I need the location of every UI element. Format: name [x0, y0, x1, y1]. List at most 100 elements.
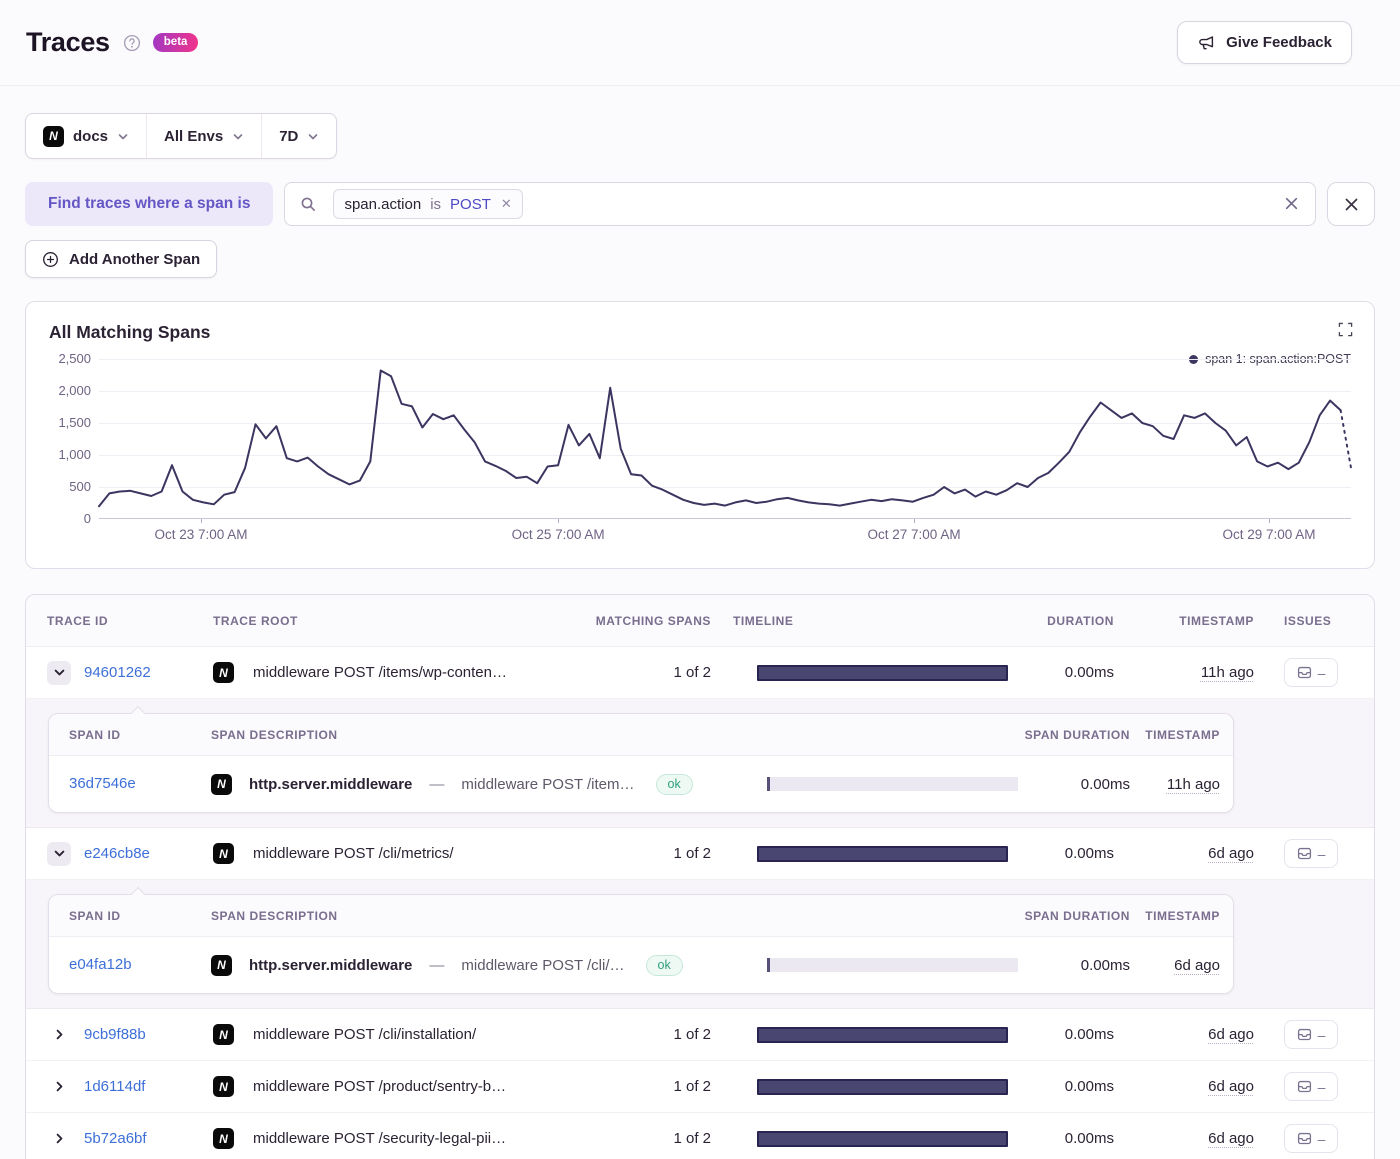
timeline-bar: [757, 1027, 1008, 1043]
trace-root-cell: Nmiddleware POST /cli/installation/: [191, 1024, 591, 1045]
nextjs-icon: N: [211, 774, 232, 795]
expand-trace-button[interactable]: [47, 1127, 71, 1151]
span-status-badge: ok: [656, 774, 693, 795]
search-token[interactable]: span.action is POST ✕: [333, 189, 522, 219]
chevron-right-icon: [53, 1080, 66, 1093]
span-id-link[interactable]: 36d7546e: [69, 775, 136, 792]
trace-root-cell: Nmiddleware POST /security-legal-pii…: [191, 1128, 591, 1149]
timestamp-value[interactable]: 11h ago: [1201, 664, 1254, 681]
column-header-span-id: SPAN ID: [49, 728, 189, 742]
span-timestamp-value[interactable]: 11h ago: [1167, 776, 1220, 793]
column-header-matching-spans: MATCHING SPANS: [591, 614, 716, 628]
trace-id-link[interactable]: 9cb9f88b: [84, 1026, 146, 1043]
x-axis-tick: [201, 519, 202, 523]
collapse-trace-button[interactable]: [47, 842, 71, 866]
help-icon[interactable]: [123, 34, 141, 52]
spans-sub-table: SPAN IDSPAN DESCRIPTIONSPAN DURATIONTIME…: [48, 894, 1234, 994]
span-timestamp-cell: 11h ago: [1130, 776, 1233, 793]
chevron-right-icon: [53, 1028, 66, 1041]
environment-filter-value: All Envs: [164, 128, 223, 145]
all-matching-spans-chart: All Matching Spans span 1: span.action:P…: [25, 301, 1375, 569]
timestamp-value[interactable]: 6d ago: [1208, 845, 1254, 862]
clear-search-icon[interactable]: [1284, 196, 1300, 212]
remove-span-filter-button[interactable]: [1327, 182, 1375, 226]
trace-row: e246cb8eNmiddleware POST /cli/metrics/1 …: [26, 828, 1374, 880]
matching-spans-count: 1 of 2: [591, 664, 716, 681]
span-timestamp-value[interactable]: 6d ago: [1174, 957, 1220, 974]
environment-filter[interactable]: All Envs: [146, 114, 261, 158]
add-another-span-button[interactable]: Add Another Span: [25, 240, 217, 278]
span-duration-value: 0.00ms: [1017, 957, 1130, 974]
nextjs-icon: N: [211, 955, 232, 976]
y-axis-tick-label: 500: [69, 479, 91, 494]
trace-root-cell: Nmiddleware POST /cli/metrics/: [191, 843, 591, 864]
span-duration-value: 0.00ms: [1017, 776, 1130, 793]
timestamp-value[interactable]: 6d ago: [1208, 1078, 1254, 1095]
issues-button[interactable]: –: [1284, 1072, 1338, 1101]
nextjs-icon: N: [213, 1128, 234, 1149]
y-axis-tick-label: 2,000: [58, 383, 91, 398]
timestamp-value[interactable]: 6d ago: [1208, 1130, 1254, 1147]
expand-chart-icon[interactable]: [1338, 322, 1353, 337]
timestamp-cell: 11h ago: [1126, 664, 1266, 681]
timestamp-cell: 6d ago: [1126, 1078, 1266, 1095]
project-filter[interactable]: N docs: [26, 114, 146, 158]
expand-trace-button[interactable]: [47, 1075, 71, 1099]
matching-spans-count: 1 of 2: [591, 1130, 716, 1147]
y-axis-tick-label: 1,000: [58, 447, 91, 462]
issues-cell: –: [1266, 839, 1374, 868]
trace-row: 5b72a6bf Nmiddleware POST /security-legal…: [26, 1113, 1374, 1159]
page-title: Traces: [26, 27, 110, 58]
token-remove-icon[interactable]: ✕: [500, 196, 512, 212]
trace-root-description: middleware POST /product/sentry-b…: [253, 1078, 506, 1095]
matching-spans-count: 1 of 2: [591, 1078, 716, 1095]
traces-table-body: 94601262Nmiddleware POST /items/wp-conte…: [26, 647, 1374, 1159]
span-row: e04fa12bNhttp.server.middleware—middlewa…: [49, 937, 1233, 993]
timestamp-value[interactable]: 6d ago: [1208, 1026, 1254, 1043]
trace-id-link[interactable]: e246cb8e: [84, 845, 150, 862]
span-search-input[interactable]: span.action is POST ✕: [284, 182, 1316, 226]
column-header-span-timestamp: TIMESTAMP: [1130, 909, 1233, 923]
give-feedback-label: Give Feedback: [1226, 34, 1332, 51]
issues-button[interactable]: –: [1284, 1020, 1338, 1049]
y-axis-tick-label: 0: [84, 511, 91, 526]
expand-trace-button[interactable]: [47, 1023, 71, 1047]
trace-id-link[interactable]: 5b72a6bf: [84, 1130, 147, 1147]
trace-id-link[interactable]: 1d6114df: [84, 1078, 145, 1095]
column-header-span-description: SPAN DESCRIPTION: [189, 909, 740, 923]
issues-button[interactable]: –: [1284, 1124, 1338, 1153]
column-header-issues: ISSUES: [1266, 614, 1374, 628]
trace-id-cell: 1d6114df: [26, 1075, 191, 1099]
nextjs-icon: N: [213, 1076, 234, 1097]
duration-value: 0.00ms: [1031, 1026, 1126, 1043]
chevron-right-icon: [53, 1132, 66, 1145]
issues-button[interactable]: –: [1284, 839, 1338, 868]
trace-id-cell: 5b72a6bf: [26, 1127, 191, 1151]
span-search-row: Find traces where a span is span.action …: [25, 182, 1375, 226]
give-feedback-button[interactable]: Give Feedback: [1177, 21, 1352, 64]
timeline-bar: [757, 1131, 1008, 1147]
column-header-timeline: TIMELINE: [716, 614, 1031, 628]
issues-button[interactable]: –: [1284, 658, 1338, 687]
span-id-link[interactable]: e04fa12b: [69, 956, 132, 973]
column-header-span-description: SPAN DESCRIPTION: [189, 728, 740, 742]
column-header-timestamp: TIMESTAMP: [1126, 614, 1266, 628]
span-row: 36d7546eNhttp.server.middleware—middlewa…: [49, 756, 1233, 812]
find-traces-label: Find traces where a span is: [25, 182, 273, 226]
inbox-icon: [1297, 846, 1312, 861]
trace-id-cell: 9cb9f88b: [26, 1023, 191, 1047]
spans-table-header: SPAN IDSPAN DESCRIPTIONSPAN DURATIONTIME…: [49, 714, 1233, 756]
dash-separator: —: [429, 957, 444, 974]
collapse-trace-button[interactable]: [47, 661, 71, 685]
span-id-cell: e04fa12b: [49, 956, 189, 974]
no-issues-dash: –: [1318, 666, 1326, 680]
x-axis-tick-label: Oct 25 7:00 AM: [512, 527, 605, 542]
span-description-text: middleware POST /cli/…: [461, 957, 624, 974]
chart-plot[interactable]: [99, 359, 1351, 519]
column-header-span-id: SPAN ID: [49, 909, 189, 923]
span-operation-name: http.server.middleware: [249, 776, 412, 793]
timestamp-cell: 6d ago: [1126, 1130, 1266, 1147]
issues-cell: –: [1266, 1124, 1374, 1153]
trace-id-link[interactable]: 94601262: [84, 664, 151, 681]
date-range-filter[interactable]: 7D: [261, 114, 336, 158]
